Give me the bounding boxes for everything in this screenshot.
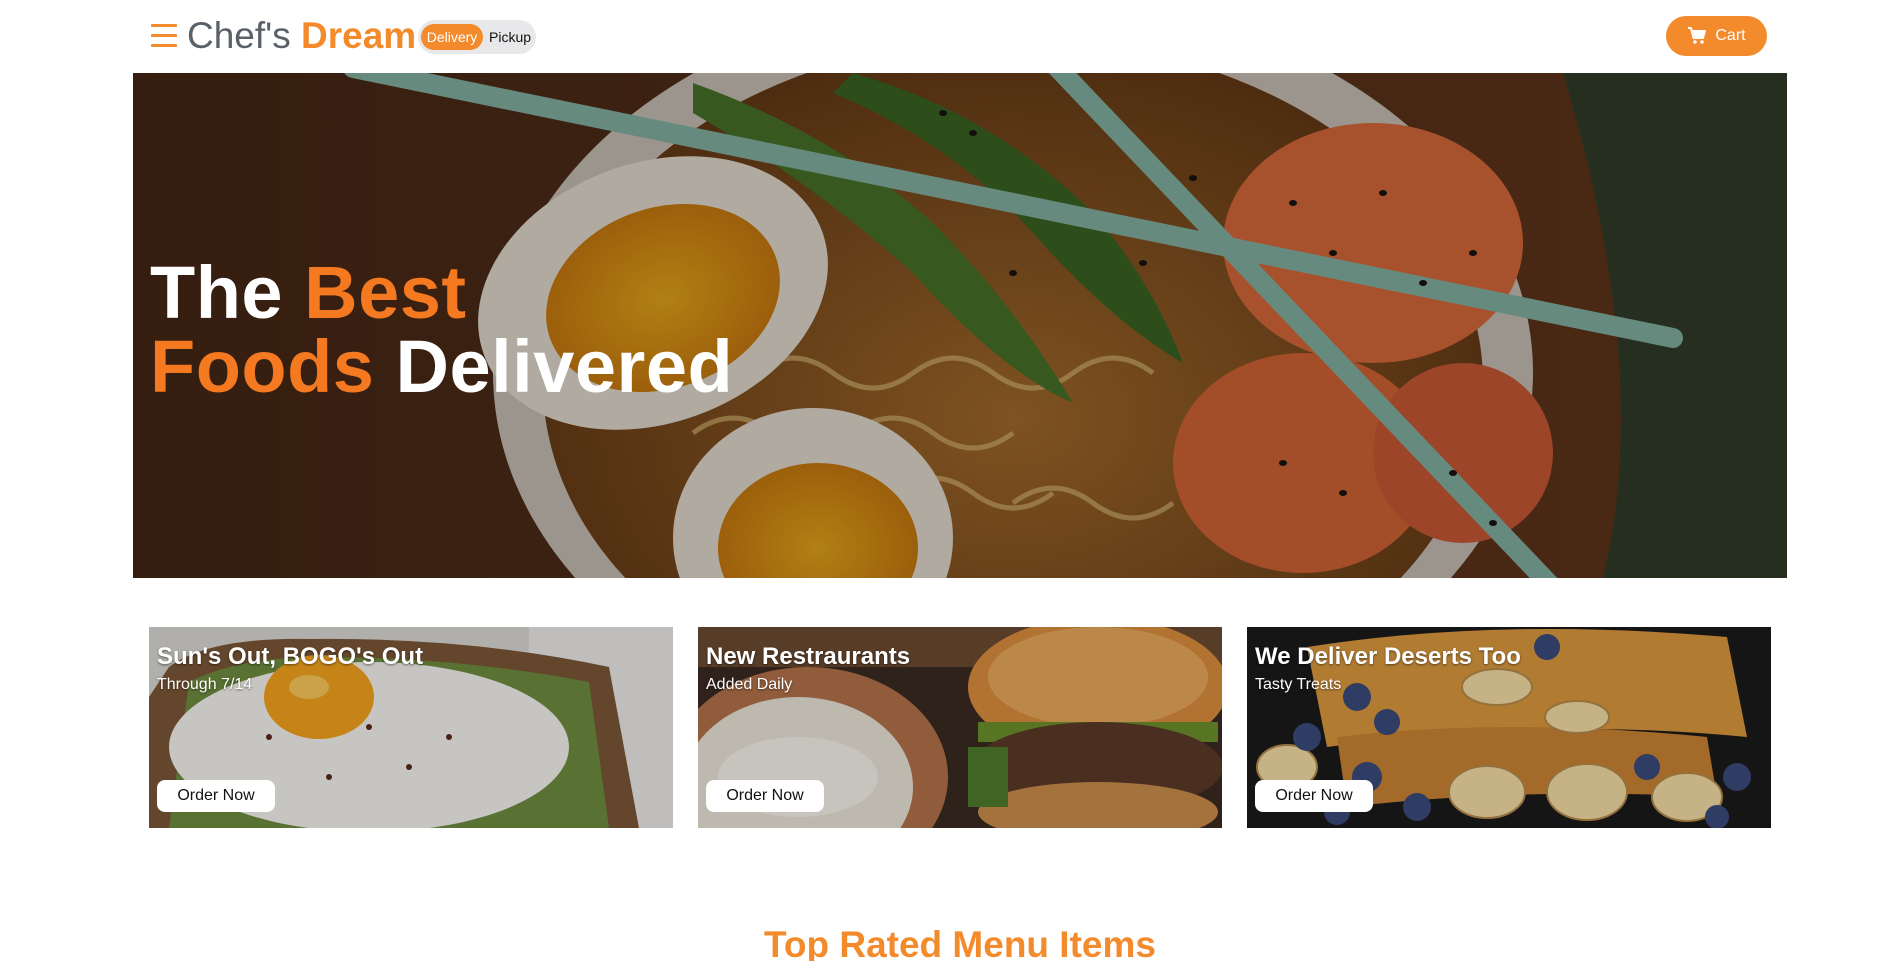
hamburger-menu-icon[interactable] [151,24,177,48]
promo-title: We Deliver Deserts Too [1255,643,1521,670]
hero-word-best: Best [304,251,467,334]
order-now-button[interactable]: Order Now [157,780,275,812]
hero-word-the: The [150,251,284,334]
cart-button[interactable]: Cart [1666,16,1767,56]
hero-word-foods: Foods [150,325,375,408]
promo-subtitle: Tasty Treats [1255,676,1342,693]
top-nav: Chef's Dream Delivery Pickup Cart [0,0,1900,73]
promo-title: Sun's Out, BOGO's Out [157,643,424,670]
hero-banner: The Best Foods Delivered [133,73,1787,578]
brand-logo[interactable]: Chef's Dream [187,14,416,58]
top-rated-section-title: Top Rated Menu Items [764,924,1156,961]
brand-name-part2: Dream [301,15,417,56]
promo-card-bogo[interactable]: Sun's Out, BOGO's Out Through 7/14 Order… [149,627,673,828]
order-now-button[interactable]: Order Now [1255,780,1373,812]
promo-card-new-restaurants[interactable]: New Restraurants Added Daily Order Now [698,627,1222,828]
toggle-option-pickup[interactable]: Pickup [489,24,531,50]
toggle-option-delivery[interactable]: Delivery [421,24,483,50]
promo-subtitle: Through 7/14 [157,676,253,693]
delivery-pickup-toggle: Delivery Pickup [418,20,536,54]
cart-label: Cart [1715,27,1746,44]
brand-name-part1: Chef's [187,15,291,56]
promo-title: New Restraurants [706,643,911,670]
shopping-cart-icon [1688,27,1707,44]
promo-card-desserts[interactable]: We Deliver Deserts Too Tasty Treats Orde… [1247,627,1771,828]
hero-headline: The Best Foods Delivered [150,256,733,404]
promo-subtitle: Added Daily [706,676,793,693]
hero-word-delivered: Delivered [395,325,734,408]
order-now-button[interactable]: Order Now [706,780,824,812]
